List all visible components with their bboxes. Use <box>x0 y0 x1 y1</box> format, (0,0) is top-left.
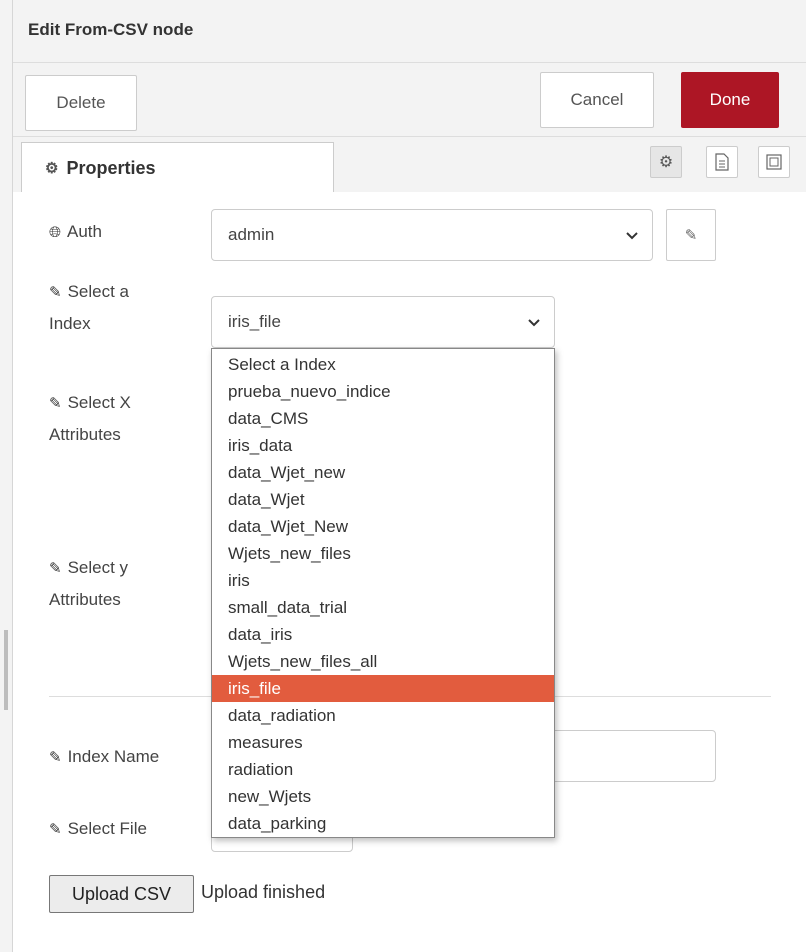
description-tab-document-icon[interactable] <box>706 146 738 178</box>
auth-label: 🌐︎ Auth <box>49 222 102 241</box>
dropdown-option[interactable]: data_parking <box>212 810 554 837</box>
pencil-icon: ✎ <box>49 821 62 838</box>
dropdown-option[interactable]: new_Wjets <box>212 783 554 810</box>
delete-button[interactable]: Delete <box>25 75 137 131</box>
tab-properties[interactable]: ⚙ Properties <box>21 142 334 193</box>
edit-node-panel: Edit From-CSV node Delete Cancel Done ⚙ … <box>13 0 806 952</box>
dropdown-option[interactable]: data_Wjet <box>212 486 554 513</box>
left-sidebar-strip <box>0 0 13 952</box>
index-dropdown-list[interactable]: Select a Index prueba_nuevo_indice data_CM… <box>211 348 555 838</box>
dropdown-option[interactable]: data_radiation <box>212 702 554 729</box>
upload-status: Upload finished <box>201 882 326 902</box>
pencil-icon: ✎ <box>49 395 62 412</box>
gear-icon: ⚙ <box>45 160 59 177</box>
x-attributes-label: ✎ Select X Attributes <box>49 393 131 444</box>
dropdown-option[interactable]: measures <box>212 729 554 756</box>
dropdown-option[interactable]: Wjets_new_files <box>212 540 554 567</box>
pencil-icon: ✎ <box>49 749 62 766</box>
cancel-button[interactable]: Cancel <box>540 72 654 128</box>
chevron-down-icon <box>528 315 540 330</box>
dropdown-option[interactable]: iris_file <box>212 675 554 702</box>
dropdown-option[interactable]: small_data_trial <box>212 594 554 621</box>
appearance-tab-frame-icon[interactable] <box>758 146 790 178</box>
edit-auth-pencil-icon[interactable]: ✎ <box>666 209 716 261</box>
auth-select-value: admin <box>228 225 275 244</box>
page-title: Edit From-CSV node <box>28 20 194 39</box>
index-label: ✎ Select a Index <box>49 282 130 333</box>
y-attributes-label: ✎ Select y Attributes <box>49 558 129 609</box>
index-select[interactable]: iris_file <box>211 296 555 348</box>
tab-bar: ⚙ Properties ⚙ <box>13 137 806 193</box>
dropdown-option[interactable]: iris <box>212 567 554 594</box>
settings-tab-gear-icon[interactable]: ⚙ <box>650 146 682 178</box>
globe-icon: 🌐︎ <box>49 224 62 241</box>
resize-handle[interactable] <box>4 630 8 710</box>
dropdown-option[interactable]: data_iris <box>212 621 554 648</box>
select-file-label: ✎ Select File <box>49 819 147 838</box>
pencil-icon: ✎ <box>49 284 62 301</box>
tray-toolbar: Delete Cancel Done <box>13 63 806 137</box>
tray-header: Edit From-CSV node <box>13 0 806 63</box>
dropdown-option[interactable]: data_CMS <box>212 405 554 432</box>
index-select-value: iris_file <box>228 312 281 331</box>
index-name-label: ✎ Index Name <box>49 747 160 766</box>
dropdown-option[interactable]: Select a Index <box>212 351 554 378</box>
dropdown-option[interactable]: radiation <box>212 756 554 783</box>
chevron-down-icon <box>626 228 638 243</box>
dropdown-option[interactable]: Wjets_new_files_all <box>212 648 554 675</box>
done-button[interactable]: Done <box>681 72 779 128</box>
auth-select[interactable]: admin <box>211 209 653 261</box>
upload-csv-button[interactable]: Upload CSV <box>49 875 194 913</box>
dropdown-option[interactable]: data_Wjet_new <box>212 459 554 486</box>
dropdown-option[interactable]: data_Wjet_New <box>212 513 554 540</box>
dropdown-option[interactable]: iris_data <box>212 432 554 459</box>
tab-properties-label: Properties <box>66 157 156 178</box>
dropdown-option[interactable]: prueba_nuevo_indice <box>212 378 554 405</box>
pencil-icon: ✎ <box>49 560 62 577</box>
properties-form: 🌐︎ Auth admin ✎ ✎ Select a Index iris_file… <box>13 192 806 952</box>
